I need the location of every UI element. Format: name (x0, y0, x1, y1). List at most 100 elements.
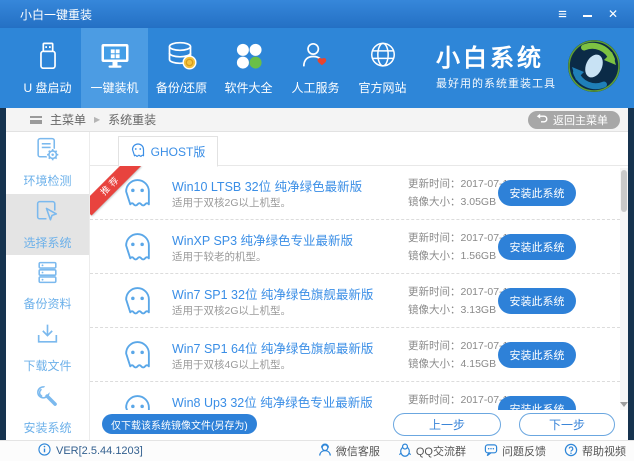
qq-group-link[interactable]: QQ交流群 (398, 443, 466, 460)
wrench-icon (34, 383, 61, 413)
previous-step-button[interactable]: 上一步 (393, 413, 501, 436)
sidebar-item-env-check[interactable]: 环境检测 (6, 132, 89, 194)
system-desc: 适用于较老的机型。 (172, 249, 267, 264)
list-icon (30, 116, 42, 124)
window-frame-right (628, 108, 634, 440)
back-button-label: 返回主菜单 (553, 112, 608, 128)
ghost-icon (124, 340, 151, 376)
sidebar-item-label: 备份资料 (23, 295, 71, 312)
install-system-button[interactable]: 安装此系统 (498, 234, 576, 260)
system-desc: 适用于双核2G以上机型。 (172, 195, 291, 210)
next-step-button[interactable]: 下一步 (519, 413, 615, 436)
ghost-icon (124, 232, 151, 268)
apps-clover-icon (234, 40, 264, 72)
wechat-support-link[interactable]: 微信客服 (318, 443, 380, 460)
nav-item-label: 官方网站 (358, 79, 406, 96)
monitor-icon (99, 40, 131, 72)
penguin-icon (398, 443, 412, 460)
info-icon (38, 443, 51, 459)
system-desc: 适用于双核4G以上机型。 (172, 357, 291, 372)
status-link-label: 帮助视频 (582, 443, 626, 459)
server-stack-icon (34, 259, 61, 289)
brand-area: 小白系统 最好用的系统重装工具 (436, 28, 634, 108)
menu-icon[interactable]: ≡ (558, 7, 567, 22)
system-row-win7-32: Win7 SP1 32位 纯净绿色旗舰最新版 适用于双核2G以上机型。 更新时间… (90, 274, 620, 328)
system-list: 推荐 Win10 LTSB 32位 纯净绿色最新版 适用于双核2G以上机型。 更… (90, 166, 620, 440)
install-system-button[interactable]: 安装此系统 (498, 180, 576, 206)
system-row-win7-64: Win7 SP1 64位 纯净绿色旗舰最新版 适用于双核4G以上机型。 更新时间… (90, 328, 620, 382)
top-nav: U 盘启动 一键装机 (0, 28, 634, 108)
nav-item-usb-boot[interactable]: U 盘启动 (14, 28, 81, 108)
nav-item-backup-restore[interactable]: 备份/还原 (148, 28, 215, 108)
nav-item-service[interactable]: 人工服务 (282, 28, 349, 108)
doc-gear-icon (34, 136, 61, 166)
status-links: 微信客服 QQ交流群 (318, 443, 626, 460)
nav-item-one-key-install[interactable]: 一键装机 (81, 28, 148, 108)
speech-bubble-icon (484, 443, 498, 460)
window-title: 小白一键重装 (20, 6, 92, 23)
status-link-label: 微信客服 (336, 443, 380, 459)
list-scrollbar[interactable] (620, 168, 628, 410)
feedback-link[interactable]: 问题反馈 (484, 443, 546, 460)
nav-item-label: 软件大全 (224, 79, 272, 96)
system-title[interactable]: Win7 SP1 32位 纯净绿色旗舰最新版 (172, 284, 373, 303)
install-system-button[interactable]: 安装此系统 (498, 342, 576, 368)
sidebar-item-backup-data[interactable]: 备份资料 (6, 255, 89, 317)
scrollbar-thumb[interactable] (621, 170, 627, 212)
sidebar-item-label: 选择系统 (23, 234, 71, 251)
system-title[interactable]: Win7 SP1 64位 纯净绿色旗舰最新版 (172, 338, 373, 357)
footer-actions: 仅下载该系统镜像文件(另存为) 上一步 下一步 (90, 410, 628, 440)
system-title[interactable]: Win8 Up3 32位 纯净绿色专业最新版 (172, 392, 373, 411)
download-icon (34, 321, 61, 351)
close-icon[interactable]: ✕ (608, 8, 618, 20)
body: 环境检测 选择系统 (6, 132, 628, 440)
sidebar-item-download-files[interactable]: 下载文件 (6, 317, 89, 379)
nav-item-software[interactable]: 软件大全 (215, 28, 282, 108)
window-controls: ≡ ✕ (558, 7, 622, 22)
sidebar-item-install-system[interactable]: 安装系统 (6, 378, 89, 440)
nav-item-label: 备份/还原 (156, 79, 207, 96)
breadcrumb-arrow-icon: ▶ (94, 115, 100, 124)
usb-icon (33, 40, 63, 72)
nav-item-label: 一键装机 (90, 79, 138, 96)
database-icon (166, 40, 198, 72)
sidebar-item-label: 下载文件 (23, 357, 71, 374)
question-icon (564, 443, 578, 460)
install-system-button[interactable]: 安装此系统 (498, 288, 576, 314)
scroll-down-arrow-icon[interactable] (620, 402, 628, 407)
app-window: 小白一键重装 ≡ ✕ U 盘启动 (0, 0, 634, 461)
system-title[interactable]: WinXP SP3 纯净绿色专业最新版 (172, 230, 353, 249)
nav-item-label: U 盘启动 (23, 79, 71, 96)
status-bar: VER[2.5.44.1203] 微信客服 (0, 440, 634, 461)
status-link-label: QQ交流群 (416, 443, 466, 459)
ghost-icon (124, 178, 151, 214)
title-bar: 小白一键重装 ≡ ✕ (0, 0, 634, 28)
nav-item-website[interactable]: 官方网站 (349, 28, 416, 108)
tab-label: GHOST版 (151, 143, 206, 160)
version-info[interactable]: VER[2.5.44.1203] (38, 443, 143, 459)
system-title[interactable]: Win10 LTSB 32位 纯净绿色最新版 (172, 176, 362, 195)
ghost-icon (131, 143, 145, 161)
tab-row: GHOST版 (90, 132, 628, 166)
return-arrow-icon (536, 113, 548, 126)
version-text: VER[2.5.44.1203] (56, 445, 143, 457)
breadcrumb-current: 系统重装 (108, 111, 156, 128)
brand-logo-icon (566, 38, 622, 99)
minimize-icon[interactable] (583, 15, 592, 17)
breadcrumb-root[interactable]: 主菜单 (50, 111, 86, 128)
nav-item-label: 人工服务 (291, 79, 339, 96)
headset-icon (318, 443, 332, 460)
breadcrumb-bar: 主菜单 ▶ 系统重装 返回主菜单 (6, 108, 628, 132)
step-sidebar: 环境检测 选择系统 (6, 132, 90, 440)
help-video-link[interactable]: 帮助视频 (564, 443, 626, 460)
system-desc: 适用于双核2G以上机型。 (172, 303, 291, 318)
system-list-panel: GHOST版 推荐 Win10 LTSB 32位 纯净绿色最新版 适 (90, 132, 628, 440)
system-row-winxp: WinXP SP3 纯净绿色专业最新版 适用于较老的机型。 更新时间：2017-… (90, 220, 620, 274)
tab-ghost-edition[interactable]: GHOST版 (118, 136, 218, 167)
brand-slogan: 最好用的系统重装工具 (436, 75, 556, 91)
sidebar-item-select-system[interactable]: 选择系统 (6, 194, 89, 256)
back-to-main-menu-button[interactable]: 返回主菜单 (528, 111, 620, 129)
person-heart-icon (301, 40, 331, 72)
download-image-only-button[interactable]: 仅下载该系统镜像文件(另存为) (102, 414, 257, 434)
sidebar-item-label: 安装系统 (23, 419, 71, 436)
